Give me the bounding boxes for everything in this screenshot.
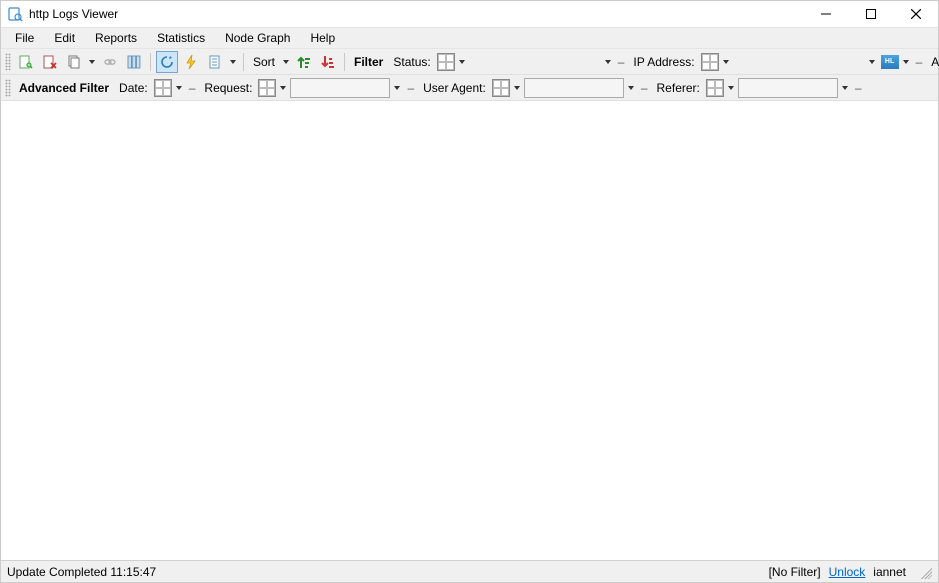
unlock-link[interactable]: Unlock [829,565,866,579]
ip-label: IP Address: [629,55,698,69]
request-grid-dropdown[interactable] [278,86,288,90]
titlebar: http Logs Viewer [1,1,938,27]
date-label: Date: [115,81,152,95]
user-agent-grid-dropdown[interactable] [512,86,522,90]
window-title: http Logs Viewer [29,7,118,21]
highlight-icon[interactable]: HL [881,55,899,69]
referer-dropdown[interactable] [840,86,850,90]
menu-reports[interactable]: Reports [85,29,147,47]
link-button[interactable] [99,51,121,73]
export-button[interactable] [204,51,226,73]
user-agent-label: User Agent: [419,81,490,95]
menu-statistics[interactable]: Statistics [147,29,215,47]
export-dropdown[interactable] [228,60,238,64]
sort-desc-button[interactable] [317,51,339,73]
toolbar-advanced-filter: Advanced Filter Date: – Request: – User … [1,75,938,101]
refresh-button[interactable] [156,51,178,73]
status-dropdown[interactable] [603,60,613,64]
log-view[interactable] [1,101,938,560]
minimize-button[interactable] [803,1,848,27]
window-controls [803,1,938,27]
user-agent-grid-icon[interactable] [492,79,510,97]
sort-label: Sort [249,55,279,69]
menubar: File Edit Reports Statistics Node Graph … [1,27,938,49]
request-dropdown[interactable] [392,86,402,90]
toolbar-grip-2[interactable] [5,79,11,97]
request-label: Request: [200,81,256,95]
filter-label: Filter [350,55,387,69]
copy-dropdown[interactable] [87,60,97,64]
date-grid-icon[interactable] [154,79,172,97]
highlight-dropdown[interactable] [901,60,911,64]
request-grid-icon[interactable] [258,79,276,97]
ip-grid-dropdown[interactable] [721,60,731,64]
status-input[interactable] [469,52,601,72]
request-input[interactable] [290,78,390,98]
close-button[interactable] [893,1,938,27]
user-agent-input[interactable] [524,78,624,98]
menu-file[interactable]: File [5,29,44,47]
open-log-button[interactable] [15,51,37,73]
lightning-button[interactable] [180,51,202,73]
referer-grid-dropdown[interactable] [726,86,736,90]
toolbar-grip[interactable] [5,53,11,71]
referer-label: Referer: [653,81,704,95]
menu-node-graph[interactable]: Node Graph [215,29,300,47]
dash: – [615,55,628,69]
date-dropdown[interactable] [174,86,184,90]
resize-grip[interactable] [918,565,932,579]
sort-dropdown[interactable] [281,60,291,64]
status-user: iannet [873,565,906,579]
referer-input[interactable] [738,78,838,98]
copy-button[interactable] [63,51,85,73]
status-filter: [No Filter] [769,565,821,579]
menu-edit[interactable]: Edit [44,29,85,47]
sort-asc-button[interactable] [293,51,315,73]
close-log-button[interactable] [39,51,61,73]
all-label[interactable]: All [927,55,939,69]
status-grid-dropdown[interactable] [457,60,467,64]
status-message: Update Completed 11:15:47 [7,565,156,579]
status-grid-icon[interactable] [437,53,455,71]
status-label: Status: [389,55,434,69]
referer-grid-icon[interactable] [706,79,724,97]
menu-help[interactable]: Help [300,29,345,47]
toolbar-main: Sort Filter Status: – IP Address: HL – A… [1,49,938,75]
advanced-filter-label: Advanced Filter [15,81,113,95]
ip-grid-icon[interactable] [701,53,719,71]
ip-input[interactable] [733,52,865,72]
statusbar: Update Completed 11:15:47 [No Filter] Un… [1,560,938,582]
ip-dropdown[interactable] [867,60,877,64]
columns-button[interactable] [123,51,145,73]
user-agent-dropdown[interactable] [626,86,636,90]
app-icon [7,6,23,22]
maximize-button[interactable] [848,1,893,27]
